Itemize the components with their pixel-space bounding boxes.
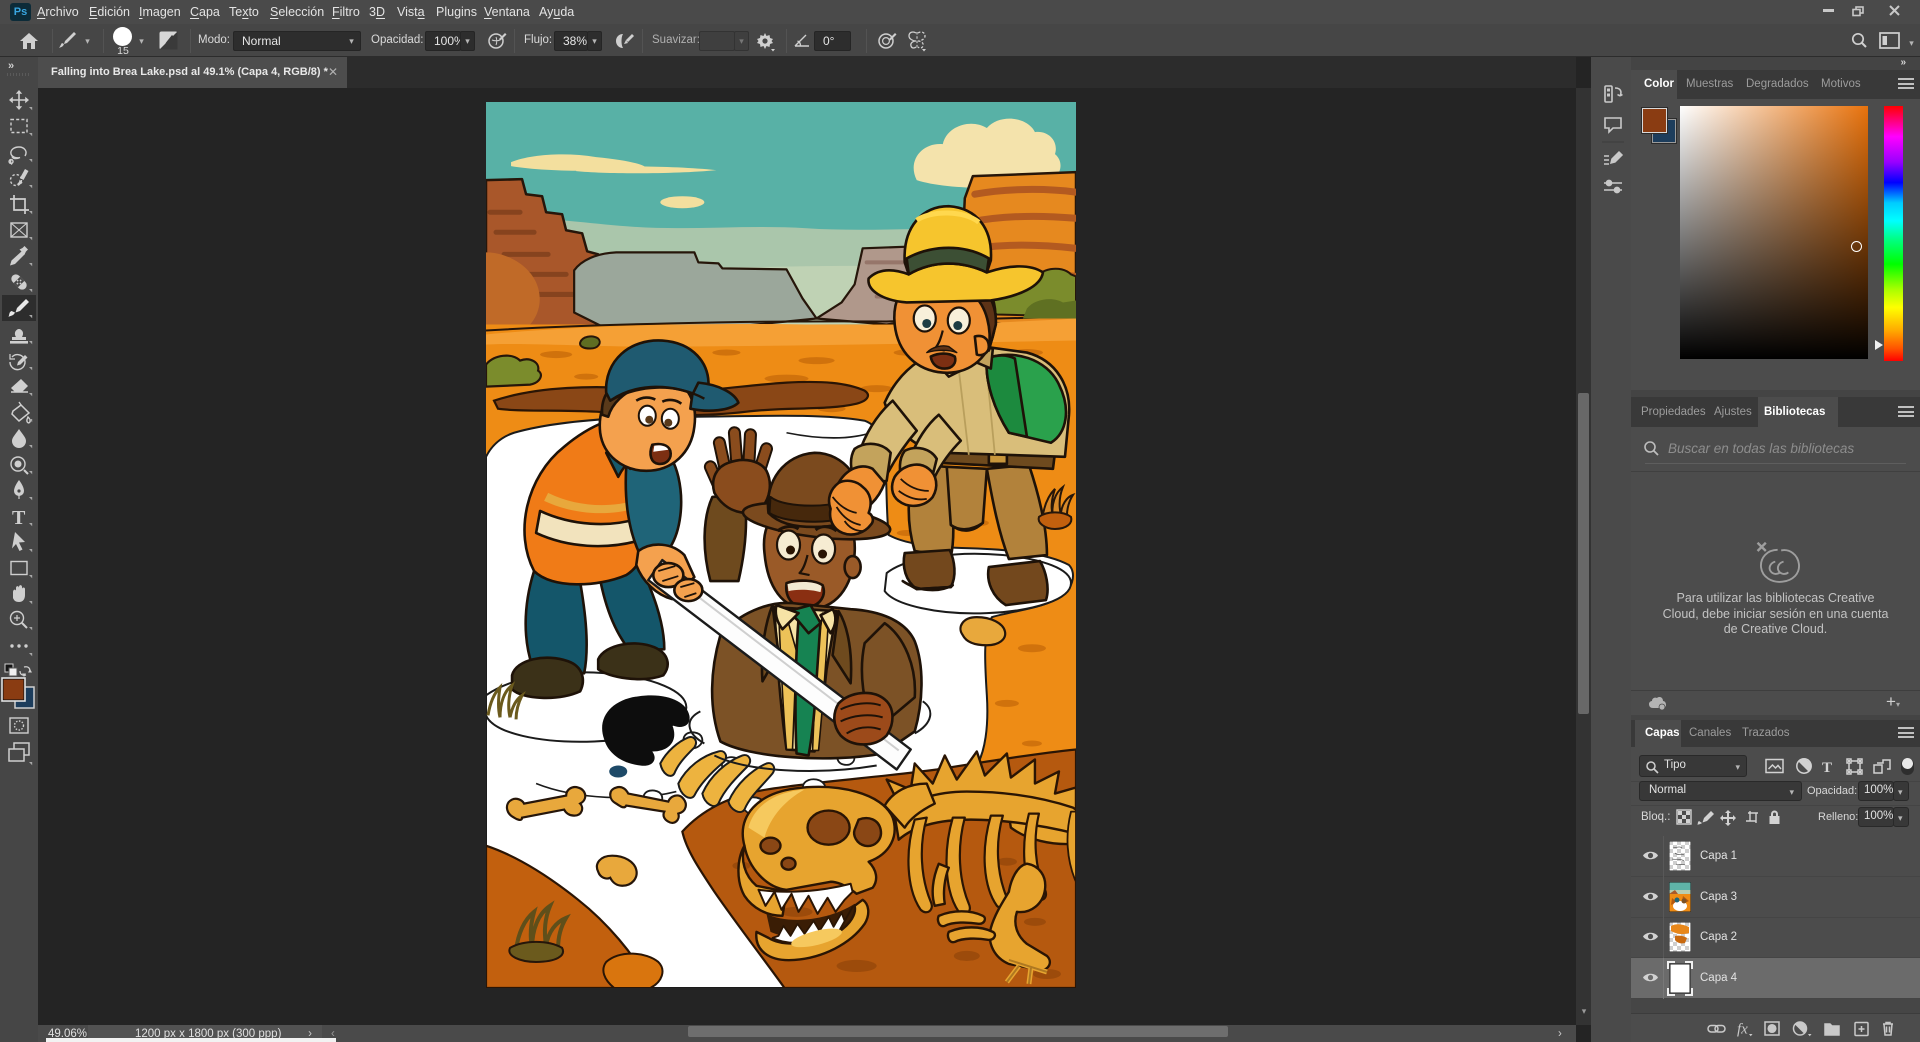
svg-text:T: T xyxy=(1822,760,1832,776)
svg-text:T: T xyxy=(12,507,26,529)
svg-text:fx: fx xyxy=(1737,1022,1748,1038)
